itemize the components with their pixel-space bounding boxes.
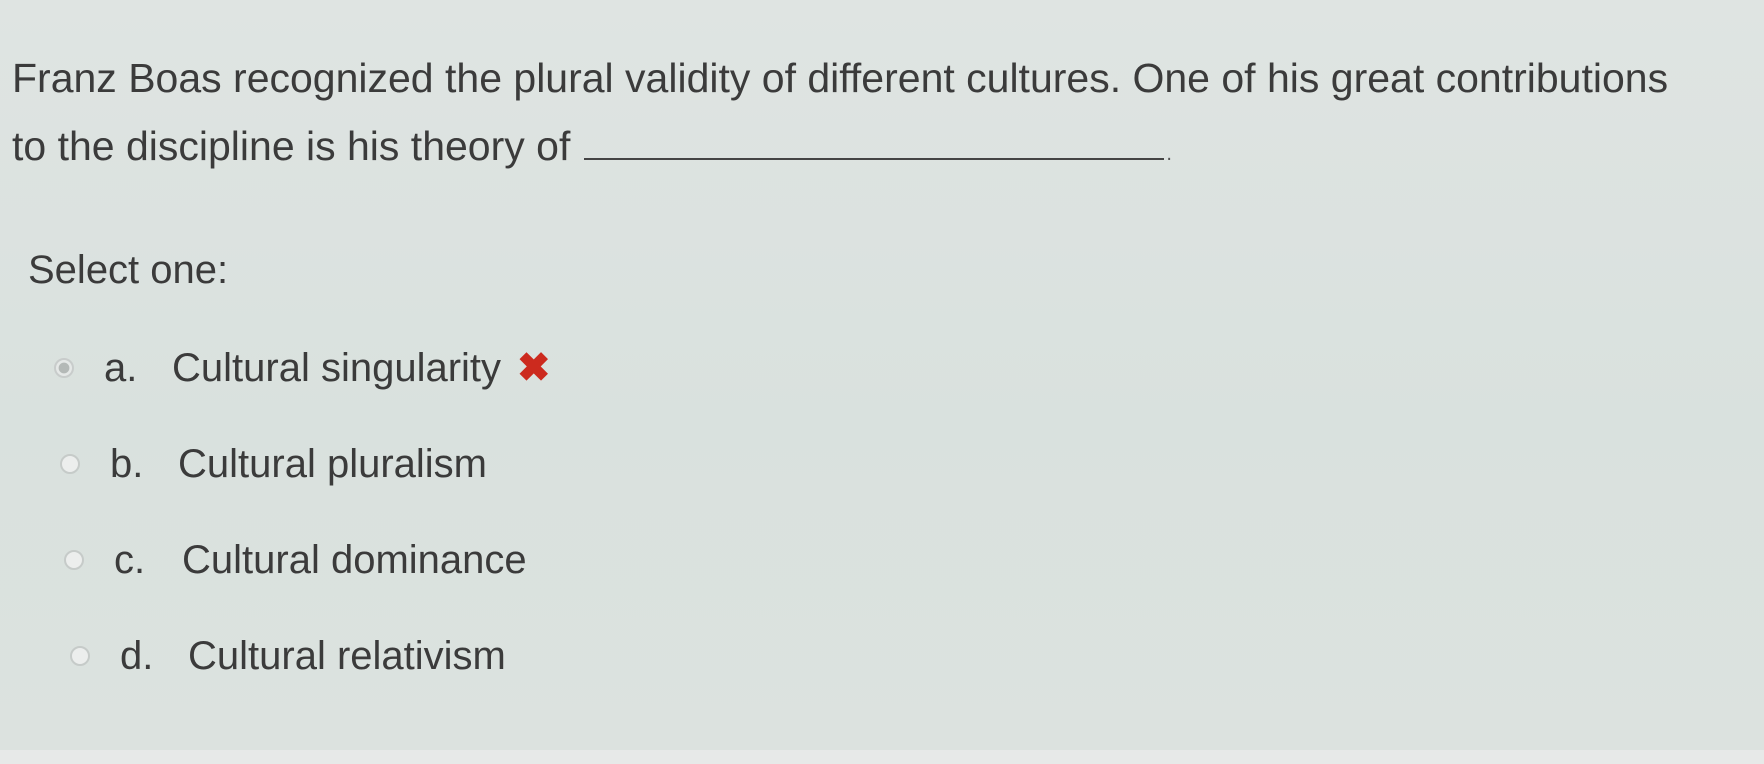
option-b-label: Cultural pluralism	[178, 441, 487, 486]
option-d[interactable]: d. Cultural relativism	[70, 608, 958, 704]
option-b-letter: b.	[110, 441, 144, 486]
option-b-radio[interactable]	[60, 454, 80, 474]
question-line-2: to the discipline is his theory of	[12, 123, 571, 169]
answer-blank	[584, 120, 1165, 160]
option-c-radio[interactable]	[64, 550, 84, 570]
question-text: Franz Boas recognized the plural validit…	[12, 44, 1752, 188]
blank-period: .	[1166, 143, 1172, 165]
option-a-radio[interactable]	[54, 358, 74, 378]
option-a-label: Cultural singularity	[172, 345, 502, 390]
option-a[interactable]: a. Cultural singularity ✖	[54, 320, 958, 416]
option-c[interactable]: c. Cultural dominance	[64, 512, 958, 608]
incorrect-x-icon: ✖	[517, 346, 551, 390]
question-line-1: Franz Boas recognized the plural validit…	[12, 55, 1669, 101]
option-c-label: Cultural dominance	[182, 537, 527, 582]
option-d-letter: d.	[120, 633, 154, 678]
option-b[interactable]: b. Cultural pluralism	[60, 416, 958, 512]
option-d-radio[interactable]	[70, 646, 90, 666]
option-d-label: Cultural relativism	[188, 633, 506, 678]
bottom-strip	[0, 750, 1764, 764]
quiz-question-page: Franz Boas recognized the plural validit…	[0, 0, 1764, 764]
select-one-label: Select one:	[28, 248, 229, 292]
answer-options: a. Cultural singularity ✖ b. Cultural pl…	[54, 320, 958, 704]
option-a-letter: a.	[104, 345, 138, 390]
option-c-letter: c.	[114, 537, 146, 582]
